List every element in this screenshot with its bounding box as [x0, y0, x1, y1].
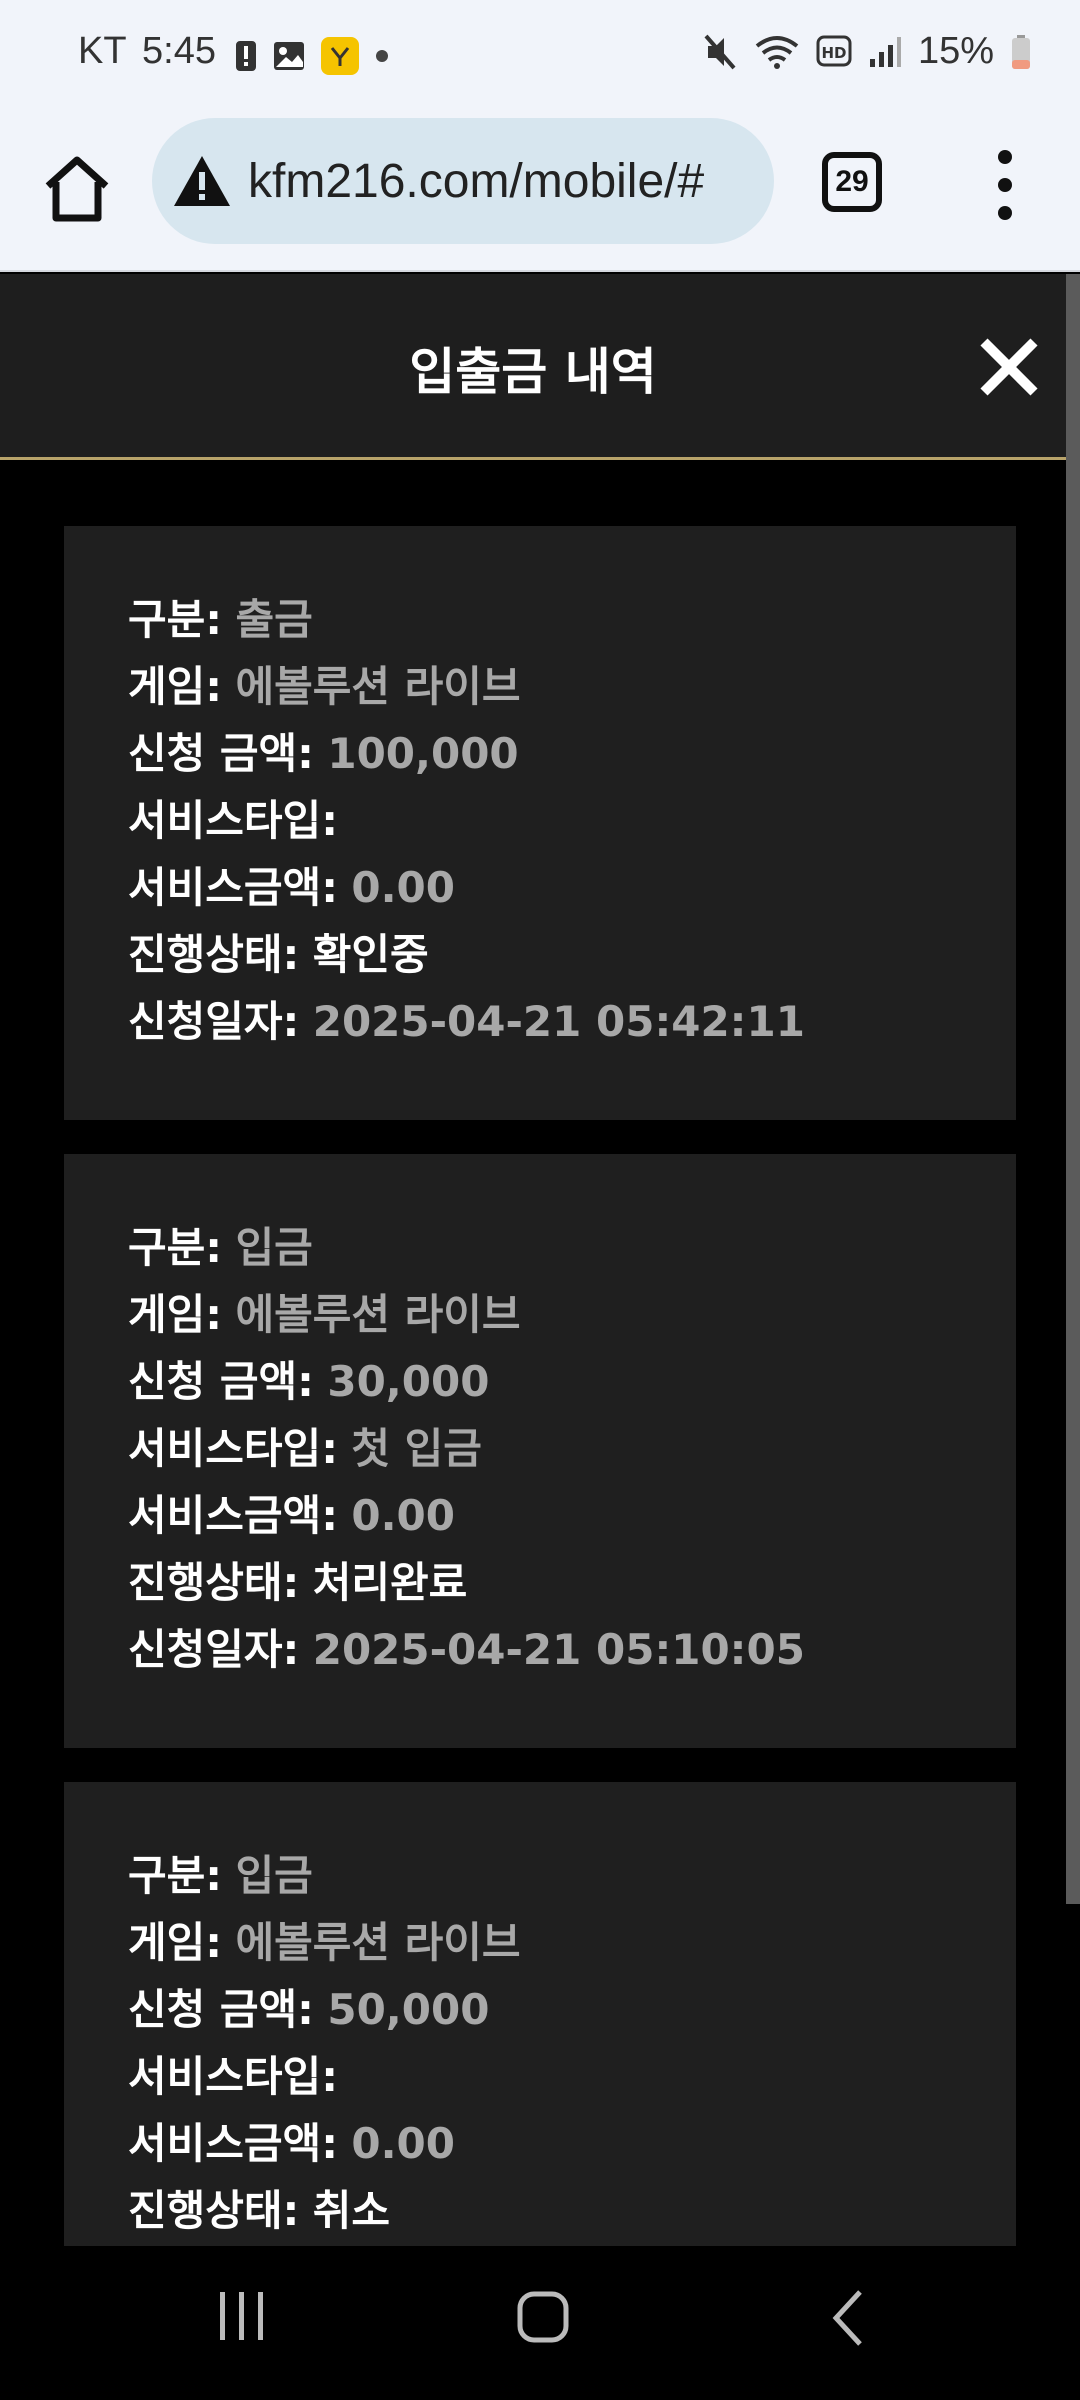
- modal-title: 입출금 내역: [409, 343, 657, 401]
- back-icon[interactable]: [828, 2286, 868, 2350]
- system-icons: HD 15%: [702, 30, 1032, 73]
- row-game: 게임: 에볼루션 라이브: [128, 662, 521, 711]
- row-type: 구분: 입금: [128, 1223, 313, 1272]
- row-service-amount: 서비스금액: 0.00: [128, 863, 455, 912]
- browser-toolbar: kfm216.com/mobile/# 29: [0, 112, 1080, 272]
- alert-icon: [236, 41, 256, 71]
- image-icon: [274, 42, 304, 70]
- battery-icon: [1012, 34, 1030, 69]
- row-service-type: 서비스타입: 첫 입금: [128, 1424, 482, 1473]
- home-nav-icon[interactable]: [516, 2286, 572, 2346]
- clock: 5:45: [142, 30, 216, 72]
- url-text[interactable]: kfm216.com/mobile/#: [248, 154, 704, 209]
- row-date: 신청일자: 2025-04-21 05:42:11: [128, 997, 805, 1046]
- row-game: 게임: 에볼루션 라이브: [128, 1918, 521, 1967]
- tab-switcher-button[interactable]: 29: [822, 152, 882, 212]
- modal-header: 입출금 내역: [0, 274, 1066, 460]
- dot-icon: [376, 50, 388, 62]
- row-status: 진행상태: 처리완료: [128, 1558, 468, 1607]
- signal-icon: [869, 36, 901, 67]
- row-game: 게임: 에볼루션 라이브: [128, 1290, 521, 1339]
- more-menu-icon[interactable]: [990, 150, 1020, 220]
- battery-percent: 15%: [917, 30, 994, 72]
- transaction-card: 구분: 입금 게임: 에볼루션 라이브 신청 금액: 50,000 서비스타입:…: [64, 1782, 1016, 2246]
- transaction-list: 구분: 출금 게임: 에볼루션 라이브 신청 금액: 100,000 서비스타입…: [0, 460, 1066, 2246]
- transaction-card: 구분: 출금 게임: 에볼루션 라이브 신청 금액: 100,000 서비스타입…: [64, 526, 1016, 1120]
- row-amount: 신청 금액: 50,000: [128, 1985, 490, 2034]
- scrollbar[interactable]: [1066, 274, 1080, 1904]
- row-service-amount: 서비스금액: 0.00: [128, 2119, 455, 2168]
- row-type: 구분: 출금: [128, 595, 313, 644]
- hd-icon: HD: [816, 35, 852, 66]
- row-service-type: 서비스타입:: [128, 796, 338, 845]
- row-amount: 신청 금액: 100,000: [128, 729, 519, 778]
- kb-app-icon: [321, 37, 359, 75]
- row-service-type: 서비스타입:: [128, 2052, 338, 2101]
- home-icon[interactable]: [42, 152, 112, 232]
- row-service-amount: 서비스금액: 0.00: [128, 1491, 455, 1540]
- row-status: 진행상태: 취소: [128, 2186, 390, 2235]
- wifi-icon: [755, 35, 799, 69]
- mute-icon: [704, 34, 736, 69]
- row-type: 구분: 입금: [128, 1851, 313, 1900]
- svg-text:HD: HD: [821, 44, 846, 62]
- transaction-card: 구분: 입금 게임: 에볼루션 라이브 신청 금액: 30,000 서비스타입:…: [64, 1154, 1016, 1748]
- system-nav-bar: [0, 2246, 1080, 2400]
- address-bar[interactable]: kfm216.com/mobile/#: [152, 118, 774, 244]
- recents-icon[interactable]: [216, 2286, 268, 2346]
- close-icon[interactable]: [976, 334, 1042, 400]
- notification-icons: [234, 36, 390, 76]
- status-bar: KT 5:45 HD 15%: [0, 0, 1080, 112]
- row-amount: 신청 금액: 30,000: [128, 1357, 490, 1406]
- carrier-label: KT: [78, 30, 127, 72]
- row-date: 신청일자: 2025-04-21 05:10:05: [128, 1625, 805, 1674]
- warning-icon[interactable]: [172, 154, 232, 208]
- row-status: 진행상태: 확인중: [128, 930, 429, 979]
- tab-count: 29: [835, 165, 869, 198]
